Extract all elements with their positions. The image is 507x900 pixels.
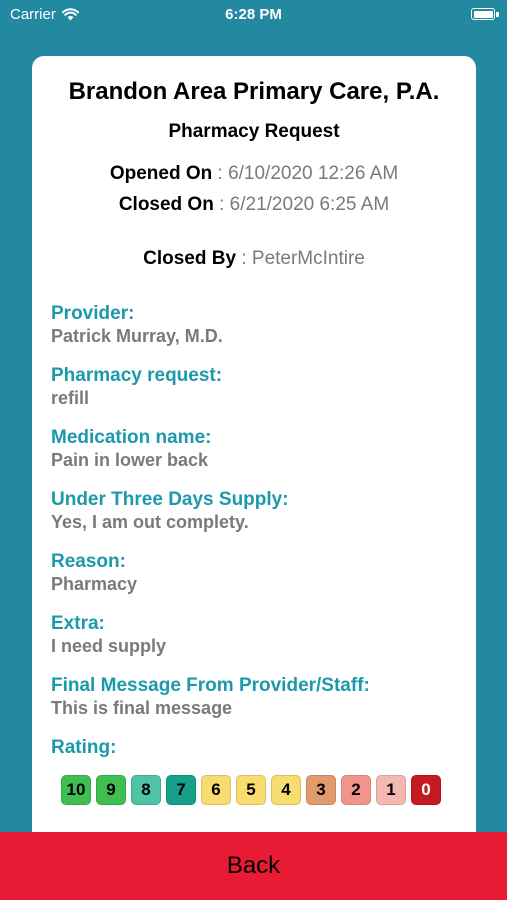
field-extra: Extra: I need supply <box>51 612 461 674</box>
closed-on-label: Closed On <box>118 194 214 215</box>
rating-option-7[interactable]: 7 <box>166 775 196 805</box>
opened-on-line: Opened On : 6/10/2020 12:26 AM <box>32 163 476 185</box>
closed-by-line: Closed By : PeterMcIntire <box>32 248 476 270</box>
rating-option-6[interactable]: 6 <box>201 775 231 805</box>
rating-option-2[interactable]: 2 <box>341 775 371 805</box>
field-label: Reason: <box>51 551 126 572</box>
field-reason: Reason: Pharmacy <box>51 550 461 612</box>
closed-by-value: PeterMcIntire <box>251 248 365 269</box>
closed-on-value: 6/21/2020 6:25 AM <box>229 194 390 215</box>
field-pharmacy-request: Pharmacy request: refill <box>51 364 461 426</box>
back-button[interactable]: Back <box>0 832 507 900</box>
field-value: Pharmacy <box>51 574 138 594</box>
rating-label: Rating: <box>51 737 117 758</box>
closed-by-separator: : <box>236 248 252 269</box>
battery-nub <box>496 12 499 17</box>
field-label: Pharmacy request: <box>51 365 223 386</box>
field-medication-name: Medication name: Pain in lower back <box>51 426 461 488</box>
status-bar: Carrier 6:28 PM <box>0 0 507 30</box>
rating-scale: 10 9 8 7 6 5 4 3 2 1 0 <box>61 775 441 805</box>
request-type: Pharmacy Request <box>168 121 340 142</box>
rating-option-3[interactable]: 3 <box>306 775 336 805</box>
battery-level <box>473 10 493 18</box>
field-label: Under Three Days Supply: <box>51 489 289 510</box>
field-value: I need supply <box>51 636 167 656</box>
practice-name: Brandon Area Primary Care, P.A. <box>68 78 440 105</box>
field-value: Yes, I am out complety. <box>51 512 249 532</box>
field-value: refill <box>51 388 90 408</box>
field-label: Extra: <box>51 613 105 634</box>
closed-on-separator: : <box>213 194 230 215</box>
field-provider: Provider: Patrick Murray, M.D. <box>51 302 461 364</box>
field-value: This is final message <box>51 698 233 718</box>
rating-option-8[interactable]: 8 <box>131 775 161 805</box>
rating-option-0[interactable]: 0 <box>411 775 441 805</box>
opened-on-value: 6/10/2020 12:26 AM <box>228 163 399 184</box>
closed-by-label: Closed By <box>143 248 237 269</box>
battery-icon <box>471 8 495 20</box>
field-label: Medication name: <box>51 427 212 448</box>
closed-on-line: Closed On : 6/21/2020 6:25 AM <box>32 194 476 216</box>
rating-option-4[interactable]: 4 <box>271 775 301 805</box>
rating-option-5[interactable]: 5 <box>236 775 266 805</box>
field-label: Final Message From Provider/Staff: <box>51 675 370 696</box>
rating-option-1[interactable]: 1 <box>376 775 406 805</box>
rating-option-9[interactable]: 9 <box>96 775 126 805</box>
field-label: Provider: <box>51 303 135 324</box>
field-value: Pain in lower back <box>51 450 209 470</box>
field-value: Patrick Murray, M.D. <box>51 326 223 346</box>
opened-on-label: Opened On <box>109 163 213 184</box>
field-under-three-days-supply: Under Three Days Supply: Yes, I am out c… <box>51 488 461 550</box>
rating-option-10[interactable]: 10 <box>61 775 91 805</box>
opened-on-separator: : <box>212 163 229 184</box>
request-card: Brandon Area Primary Care, P.A. Pharmacy… <box>32 56 476 856</box>
field-final-message: Final Message From Provider/Staff: This … <box>51 674 461 736</box>
request-fields: Provider: Patrick Murray, M.D. Pharmacy … <box>51 302 461 736</box>
status-time: 6:28 PM <box>225 6 282 23</box>
